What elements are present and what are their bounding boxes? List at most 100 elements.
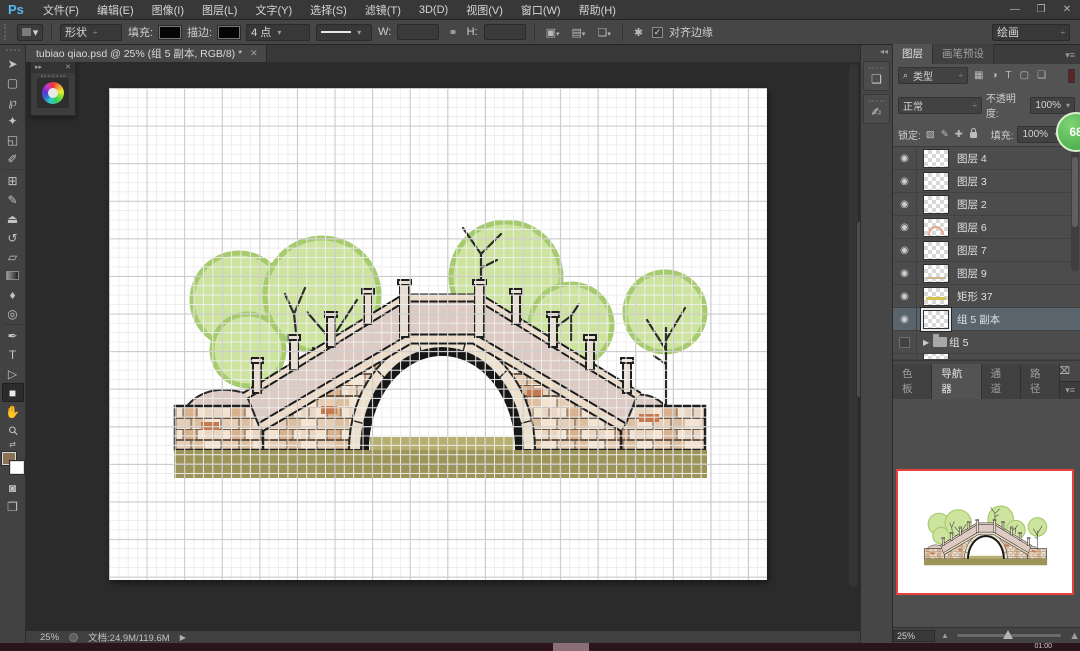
background-color-swatch[interactable] [10, 461, 24, 474]
layer-row[interactable]: ◉ 图层 6 [893, 216, 1080, 239]
gear-icon[interactable]: ✱ [631, 26, 646, 39]
width-input[interactable] [397, 24, 439, 40]
lasso-tool[interactable]: ℘ [2, 92, 24, 111]
quick-mask-button[interactable]: ◙ [2, 478, 24, 497]
pixel-layer-filter-icon[interactable]: ▦ [972, 70, 985, 81]
layer-row-partial[interactable] [893, 354, 1080, 360]
height-input[interactable] [484, 24, 526, 40]
lock-all-icon[interactable] [970, 132, 977, 138]
tab-navigator[interactable]: 导航器 [932, 364, 981, 399]
filter-on-off-toggle[interactable] [1068, 69, 1075, 83]
menu-layer[interactable]: 图层(L) [193, 2, 246, 18]
shape-filter-icon[interactable]: ▢ [1018, 70, 1031, 81]
path-operations-icon[interactable]: ▣▾ [543, 26, 563, 39]
panel-menu-icon[interactable]: ▾≡ [1060, 385, 1080, 399]
opacity-select[interactable]: 100%▾ [1030, 97, 1075, 114]
path-alignment-icon[interactable]: ▤▾ [569, 26, 589, 39]
navigator-zoom-slider[interactable] [957, 634, 1061, 637]
menu-view[interactable]: 视图(V) [457, 2, 512, 18]
workspace-select[interactable]: 绘画÷ [992, 24, 1070, 41]
layer-thumbnail[interactable] [923, 149, 949, 168]
layer-thumbnail[interactable] [923, 195, 949, 214]
tool-preset-picker[interactable]: ▾ [17, 24, 43, 41]
history-panel-button[interactable]: ❏ [863, 61, 890, 91]
align-edges-checkbox[interactable]: ✓ [652, 27, 663, 38]
stroke-style-select[interactable]: ▾ [316, 24, 372, 41]
panel-menu-icon[interactable]: ▾≡ [1060, 50, 1080, 64]
lock-position-icon[interactable]: ✚ [954, 129, 964, 140]
tab-channels[interactable]: 通道 [982, 364, 1021, 399]
tool-mode-select[interactable]: 形状÷ [60, 24, 122, 41]
close-button[interactable]: ✕ [1054, 0, 1080, 19]
scrollbar-thumb[interactable] [856, 221, 860, 399]
path-selection-tool[interactable]: ▷ [2, 364, 24, 383]
layer-row-selected[interactable]: ◉ 组 5 副本 [893, 308, 1080, 331]
expand-icon[interactable]: ▸▸ [35, 63, 42, 71]
brush-tool[interactable]: ✎ [2, 190, 24, 209]
healing-brush-tool[interactable]: ⊞ [2, 171, 24, 190]
lock-transparent-icon[interactable]: ▨ [925, 129, 936, 140]
restore-button[interactable]: ❐ [1028, 0, 1054, 19]
brush-panel-button[interactable]: ✍ [863, 94, 890, 124]
move-tool[interactable]: ➤ [2, 54, 24, 73]
layer-row[interactable]: ◉ 图层 9 [893, 262, 1080, 285]
tab-layers[interactable]: 图层 [893, 44, 933, 64]
layer-thumbnail[interactable] [923, 172, 949, 191]
menu-file[interactable]: 文件(F) [34, 2, 88, 18]
pasteboard[interactable]: ▸▸ ✕ [26, 62, 860, 630]
blend-mode-select[interactable]: 正常÷ [898, 97, 982, 114]
magic-wand-tool[interactable]: ✦ [2, 111, 24, 130]
link-dimensions-icon[interactable]: ⚭ [445, 26, 460, 39]
stroke-width-select[interactable]: 4 点▾ [246, 24, 310, 41]
crop-tool[interactable]: ◱ [2, 130, 24, 149]
visibility-eye-icon[interactable]: ◉ [893, 285, 917, 307]
minimize-button[interactable]: — [1002, 0, 1028, 19]
layer-row-group[interactable]: ▶ 组 5 [893, 331, 1080, 354]
navigator-zoom-field[interactable]: 25% [893, 630, 935, 642]
visibility-checkbox-empty[interactable] [893, 331, 917, 353]
menu-image[interactable]: 图像(I) [143, 2, 193, 18]
type-filter-icon[interactable]: T [1004, 70, 1014, 81]
layer-thumbnail[interactable] [923, 310, 949, 329]
menu-filter[interactable]: 滤镜(T) [356, 2, 410, 18]
menu-edit[interactable]: 编辑(E) [88, 2, 143, 18]
layer-row[interactable]: ◉ 图层 2 [893, 193, 1080, 216]
zoom-out-icon[interactable]: ▲ [941, 631, 949, 640]
tab-swatches[interactable]: 色板 [893, 364, 932, 399]
path-arrange-icon[interactable]: ❏▾ [594, 26, 613, 39]
close-icon[interactable]: ✕ [65, 63, 71, 71]
visibility-eye-icon[interactable]: ◉ [893, 147, 917, 169]
rectangle-tool[interactable]: ■ [2, 383, 24, 402]
pen-tool[interactable]: ✒ [2, 326, 24, 345]
smart-object-filter-icon[interactable]: ❏ [1035, 70, 1048, 81]
layer-row[interactable]: ◉ 图层 7 [893, 239, 1080, 262]
filter-type-select[interactable]: ⌕类型÷ [898, 67, 968, 84]
layer-row[interactable]: ◉ 图层 4 [893, 147, 1080, 170]
tab-brush-presets[interactable]: 画笔预设 [933, 44, 994, 64]
rectangular-marquee-tool[interactable]: ▢ [2, 73, 24, 92]
layer-thumbnail[interactable] [923, 241, 949, 260]
menu-window[interactable]: 窗口(W) [512, 2, 570, 18]
stroke-swatch[interactable] [218, 26, 240, 39]
document-tab[interactable]: tubiao qiao.psd @ 25% (组 5 副本, RGB/8) * … [26, 45, 267, 62]
clone-stamp-tool[interactable]: ⏏ [2, 209, 24, 228]
menu-3d[interactable]: 3D(D) [410, 4, 457, 16]
menu-select[interactable]: 选择(S) [301, 2, 356, 18]
color-wheel-button[interactable] [37, 78, 69, 108]
visibility-eye-icon[interactable]: ◉ [893, 262, 917, 284]
gradient-tool[interactable] [2, 266, 24, 285]
status-zoom[interactable]: 25% [40, 632, 59, 643]
eraser-tool[interactable]: ▱ [2, 247, 24, 266]
close-tab-icon[interactable]: ✕ [250, 48, 258, 59]
blur-tool[interactable]: ♦ [2, 285, 24, 304]
tab-paths[interactable]: 路径 [1021, 364, 1060, 399]
collapse-dock-icon[interactable]: ◂◂ [876, 45, 892, 58]
layers-scrollbar[interactable] [1071, 151, 1079, 271]
menu-help[interactable]: 帮助(H) [570, 2, 625, 18]
type-tool[interactable]: T [2, 345, 24, 364]
visibility-eye-icon[interactable]: ◉ [893, 308, 917, 330]
adjustment-filter-icon[interactable]: ◑ [989, 70, 999, 81]
expand-triangle-icon[interactable]: ▶ [923, 338, 929, 347]
canvas[interactable] [109, 88, 767, 580]
status-menu-arrow-icon[interactable]: ▶ [180, 633, 186, 642]
